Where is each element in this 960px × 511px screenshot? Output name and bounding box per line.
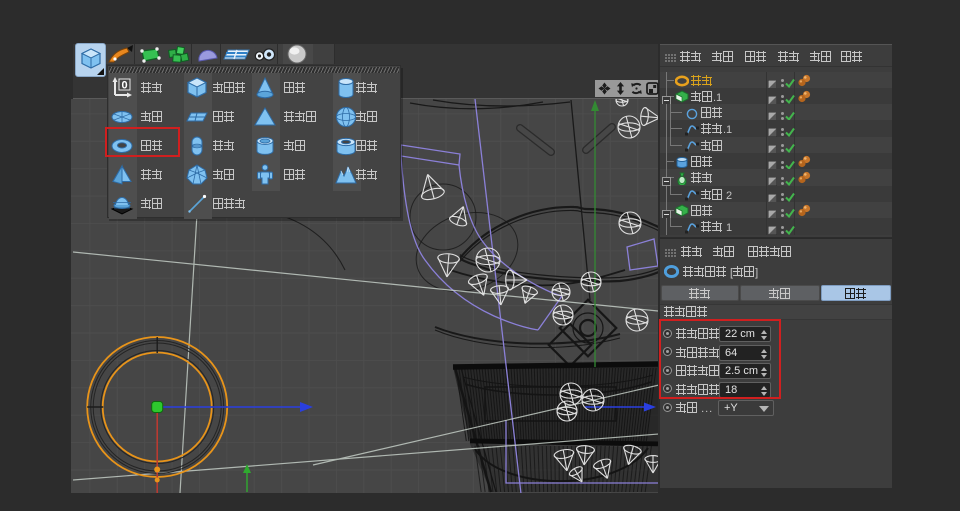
- svg-text:0: 0: [121, 79, 127, 91]
